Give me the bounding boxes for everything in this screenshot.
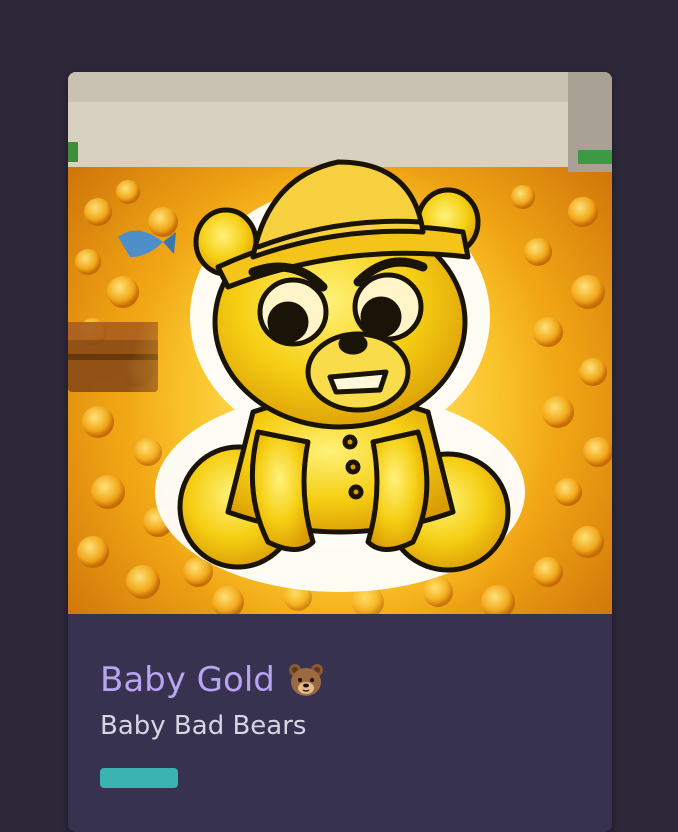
nft-artwork[interactable] (68, 72, 612, 614)
status-badge (100, 768, 178, 788)
nft-info: Baby Gold Baby Bad Bears (68, 614, 612, 744)
nft-card[interactable]: Baby Gold Baby Bad Bears (68, 72, 612, 832)
collection-name[interactable]: Baby Bad Bears (100, 708, 580, 744)
bear-illustration (68, 72, 612, 614)
bear-face-icon (287, 661, 325, 699)
nft-title[interactable]: Baby Gold (100, 658, 275, 702)
title-row: Baby Gold (100, 658, 580, 702)
